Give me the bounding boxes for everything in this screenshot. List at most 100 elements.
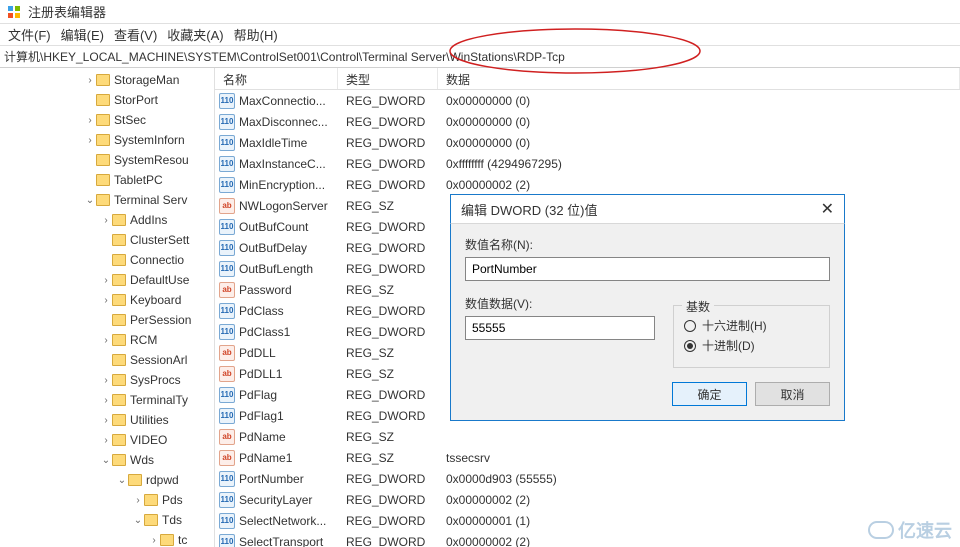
list-row[interactable]: 110SelectNetwork...REG_DWORD0x00000001 (… <box>215 510 960 531</box>
list-row[interactable]: 110MaxIdleTimeREG_DWORD0x00000000 (0) <box>215 132 960 153</box>
folder-icon <box>112 354 126 366</box>
tree-twisty-icon[interactable]: › <box>148 535 160 546</box>
tree-twisty-icon[interactable]: › <box>100 375 112 386</box>
tree-node[interactable]: ›SysProcs <box>0 370 214 390</box>
tree-node[interactable]: ›Utilities <box>0 410 214 430</box>
value-name: PdFlag1 <box>239 409 284 423</box>
tree-node[interactable]: ⌄ Terminal Serv <box>0 190 214 210</box>
tree-node-label: VIDEO <box>130 433 167 447</box>
list-row[interactable]: 110SelectTransportREG_DWORD0x00000002 (2… <box>215 531 960 547</box>
list-row[interactable]: 110MinEncryption...REG_DWORD0x00000002 (… <box>215 174 960 195</box>
list-row[interactable]: 110MaxConnectio...REG_DWORD0x00000000 (0… <box>215 90 960 111</box>
folder-icon <box>128 474 142 486</box>
ok-button[interactable]: 确定 <box>672 382 747 406</box>
tree-node-label: Terminal Serv <box>114 193 187 207</box>
tree-node[interactable]: › TerminalTy <box>0 390 214 410</box>
menu-help[interactable]: 帮助(H) <box>234 25 278 44</box>
tree-node[interactable]: Connectio <box>0 250 214 270</box>
value-name: Password <box>239 283 292 297</box>
column-header-name[interactable]: 名称 <box>215 68 338 89</box>
tree-node[interactable]: ›SystemInforn <box>0 130 214 150</box>
value-name: PortNumber <box>239 472 304 486</box>
tree-twisty-icon[interactable]: › <box>100 435 112 446</box>
value-type: REG_DWORD <box>338 220 438 234</box>
value-data-input[interactable] <box>465 316 655 340</box>
tree-twisty-icon[interactable]: › <box>100 415 112 426</box>
close-icon[interactable]: ✕ <box>821 199 834 219</box>
tree-node-label: SystemResou <box>114 153 189 167</box>
list-row[interactable]: 110SecurityLayerREG_DWORD0x00000002 (2) <box>215 489 960 510</box>
column-header-data[interactable]: 数据 <box>438 68 960 89</box>
tree-twisty-icon[interactable]: › <box>84 75 96 86</box>
menu-file[interactable]: 文件(F) <box>8 25 51 44</box>
radio-dec[interactable]: 十进制(D) <box>684 337 819 354</box>
tree-node[interactable]: ›StSec <box>0 110 214 130</box>
menu-favorites[interactable]: 收藏夹(A) <box>167 25 223 44</box>
value-name: PdClass1 <box>239 325 290 339</box>
radio-hex[interactable]: 十六进制(H) <box>684 317 819 334</box>
list-row[interactable]: abPdName1REG_SZtssecsrv <box>215 447 960 468</box>
tree-node-label: RCM <box>130 333 157 347</box>
tree-twisty-icon[interactable]: › <box>100 215 112 226</box>
tree-node[interactable]: SystemResou <box>0 150 214 170</box>
tree-node[interactable]: ⌄ rdpwd <box>0 470 214 490</box>
tree-node-label: tc <box>178 533 187 547</box>
tree-twisty-icon[interactable]: › <box>100 335 112 346</box>
tree-node[interactable]: › VIDEO <box>0 430 214 450</box>
tree-node[interactable]: › RCM <box>0 330 214 350</box>
value-type: REG_DWORD <box>338 136 438 150</box>
menu-edit[interactable]: 编辑(E) <box>61 25 104 44</box>
list-row[interactable]: 110MaxInstanceC...REG_DWORD0xffffffff (4… <box>215 153 960 174</box>
tree-node[interactable]: ⌄ Wds <box>0 450 214 470</box>
list-header: 名称 类型 数据 <box>215 68 960 90</box>
tree-node-label: DefaultUse <box>130 273 189 287</box>
folder-icon <box>96 174 110 186</box>
tree-node[interactable]: ›Pds <box>0 490 214 510</box>
value-name-input[interactable] <box>465 257 830 281</box>
tree-node[interactable]: ⌄Tds <box>0 510 214 530</box>
menu-view[interactable]: 查看(V) <box>114 25 157 44</box>
folder-icon <box>112 334 126 346</box>
tree-node[interactable]: SessionArl <box>0 350 214 370</box>
tree-twisty-icon[interactable]: › <box>84 135 96 146</box>
tree-node[interactable]: ›Keyboard <box>0 290 214 310</box>
tree-node-label: rdpwd <box>146 473 179 487</box>
list-row[interactable]: abPdNameREG_SZ <box>215 426 960 447</box>
dialog-titlebar[interactable]: 编辑 DWORD (32 位)值 ✕ <box>450 194 845 224</box>
tree-node[interactable]: ›StorageMan <box>0 70 214 90</box>
tree-node-label: TerminalTy <box>130 393 188 407</box>
tree-node[interactable]: › DefaultUse <box>0 270 214 290</box>
tree-twisty-icon[interactable]: › <box>100 275 112 286</box>
tree-node[interactable]: TabletPC <box>0 170 214 190</box>
folder-icon <box>112 394 126 406</box>
value-name-label: 数值名称(N): <box>465 236 830 253</box>
tree-twisty-icon[interactable]: › <box>84 115 96 126</box>
tree-node-label: Wds <box>130 453 154 467</box>
tree-twisty-icon[interactable]: ⌄ <box>100 455 112 466</box>
value-type: REG_DWORD <box>338 262 438 276</box>
tree-node[interactable]: ›AddIns <box>0 210 214 230</box>
folder-icon <box>112 414 126 426</box>
tree-node[interactable]: › tc <box>0 530 214 547</box>
address-bar[interactable]: 计算机\HKEY_LOCAL_MACHINE\SYSTEM\ControlSet… <box>0 46 960 68</box>
tree-node[interactable]: StorPort <box>0 90 214 110</box>
value-name: SelectTransport <box>239 535 323 547</box>
tree-twisty-icon[interactable]: ⌄ <box>84 195 96 206</box>
tree-twisty-icon[interactable]: › <box>132 495 144 506</box>
binary-value-icon: 110 <box>219 219 235 235</box>
tree-twisty-icon[interactable]: › <box>100 395 112 406</box>
value-name: PdName <box>239 430 286 444</box>
tree-node-label: TabletPC <box>114 173 163 187</box>
value-name: PdName1 <box>239 451 292 465</box>
cancel-button[interactable]: 取消 <box>755 382 830 406</box>
tree-node[interactable]: PerSession <box>0 310 214 330</box>
column-header-type[interactable]: 类型 <box>338 68 438 89</box>
registry-tree[interactable]: ›StorageManStorPort›StSec›SystemInforn Sy… <box>0 68 215 547</box>
tree-node[interactable]: ClusterSett <box>0 230 214 250</box>
list-row[interactable]: 110PortNumberREG_DWORD0x0000d903 (55555) <box>215 468 960 489</box>
value-name: MaxIdleTime <box>239 136 307 150</box>
tree-twisty-icon[interactable]: ⌄ <box>116 475 128 486</box>
tree-twisty-icon[interactable]: › <box>100 295 112 306</box>
list-row[interactable]: 110MaxDisconnec...REG_DWORD0x00000000 (0… <box>215 111 960 132</box>
tree-twisty-icon[interactable]: ⌄ <box>132 515 144 526</box>
